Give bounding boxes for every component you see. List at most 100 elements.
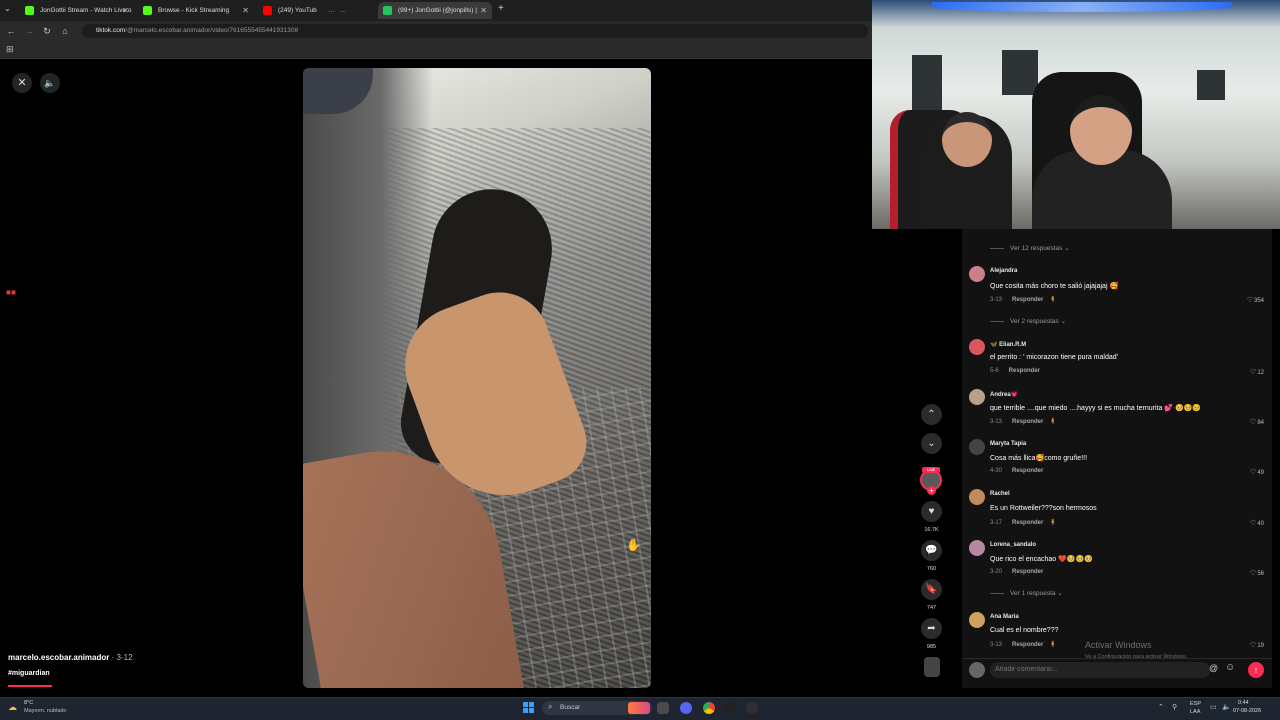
avatar[interactable] [969, 389, 985, 405]
close-tab-icon[interactable]: ✕ [480, 2, 487, 19]
tray-keyboard-layout[interactable]: LAA [1190, 709, 1200, 715]
windows-start-icon[interactable] [523, 702, 535, 714]
comment-username[interactable]: Lorena_sandalo [990, 542, 1036, 548]
tab-jongottii-kick[interactable]: JonGottii Stream - Watch Live o ✕ [20, 2, 134, 19]
comment-text: Es un Rottweiler???son hermosos [990, 505, 1097, 512]
tray-time[interactable]: 0:44 [1238, 700, 1249, 706]
comment-username[interactable]: Rachel [990, 491, 1010, 497]
forward-icon[interactable]: → [22, 24, 36, 38]
reply-button[interactable]: Responder [1012, 468, 1043, 474]
mention-icon[interactable]: @ [1209, 663, 1218, 673]
share-button[interactable]: ➦ [921, 618, 942, 639]
video-progress-bar[interactable] [8, 685, 52, 687]
comment-text: Cual es el nombre??? [990, 627, 1059, 634]
comment-like[interactable]: ♡56 [1250, 569, 1264, 577]
apps-grid-icon[interactable]: ⊞ [6, 44, 14, 55]
comment-username[interactable]: Andrea💗 [990, 391, 1018, 398]
mute-button[interactable]: 🔈 [40, 73, 60, 93]
back-icon[interactable]: ← [4, 24, 18, 38]
comment-like[interactable]: ♡84 [1250, 418, 1264, 426]
view-replies-button[interactable]: Ver 12 respuestas ⌄ [990, 244, 1070, 252]
follow-button[interactable]: + [927, 486, 936, 495]
comment-meta: 3-13 Responder 🧍 [990, 296, 1057, 303]
user-avatar[interactable] [969, 662, 985, 678]
video-player[interactable]: ✋ [303, 68, 651, 688]
close-tab-icon[interactable]: ✕ [122, 2, 129, 19]
comment-input[interactable] [990, 662, 1210, 678]
video-author[interactable]: marcelo.escobar.animador · 3-12 [8, 653, 133, 662]
next-video-button[interactable]: ⌄ [921, 433, 942, 454]
weather-temp[interactable]: 8°C [24, 700, 33, 706]
view-replies-button[interactable]: Ver 1 respuesta ⌄ [990, 589, 1063, 597]
tray-chevron-icon[interactable]: ⌃ [1158, 703, 1164, 711]
hashtag-link[interactable]: #miguardian [8, 670, 50, 677]
comment-like[interactable]: ♡12 [1250, 368, 1264, 376]
avatar[interactable] [969, 266, 985, 282]
creator-liked-icon: 🧍 [1049, 419, 1057, 425]
avatar[interactable] [969, 339, 985, 355]
bookmark-icon: 🔖 [925, 584, 938, 595]
weather-desc[interactable]: Mayorm. nublado [24, 708, 67, 714]
home-icon[interactable]: ⌂ [58, 24, 72, 38]
comment-date: 5-6 [990, 368, 999, 374]
avatar[interactable] [969, 540, 985, 556]
reply-button[interactable]: Responder [1012, 642, 1043, 648]
sound-avatar-icon[interactable] [924, 657, 940, 677]
discord-icon[interactable] [680, 702, 692, 714]
chrome-icon[interactable] [703, 702, 715, 714]
reply-button[interactable]: Responder [1009, 368, 1040, 374]
file-explorer-icon[interactable] [657, 702, 669, 714]
cloud-sun-icon[interactable]: ☁ [8, 702, 20, 712]
webcam-overlay [872, 0, 1280, 229]
post-date: · 3-12 [109, 653, 133, 662]
emoji-icon[interactable]: ☺ [1225, 662, 1235, 673]
audio-app-icon[interactable] [724, 702, 736, 714]
tab-browse-kick[interactable]: Browse - Kick Streaming ✕ [138, 2, 254, 19]
widgets-app-icon[interactable] [628, 702, 650, 714]
comment-username[interactable]: Alejandra [990, 268, 1017, 274]
reply-button[interactable]: Responder [1012, 297, 1043, 303]
author-name[interactable]: marcelo.escobar.animador [8, 653, 109, 662]
comment-meta: 3-13 Responder 🧍 [990, 641, 1057, 648]
avatar[interactable] [969, 489, 985, 505]
close-tab-icon[interactable]: ✕ [242, 2, 249, 19]
send-button[interactable]: ↑ [1248, 662, 1264, 678]
avatar[interactable] [969, 439, 985, 455]
close-icon: ✕ [17, 77, 27, 89]
tiktok-icon [383, 6, 392, 15]
comment-like[interactable]: ♡49 [1250, 468, 1264, 476]
reload-icon[interactable]: ↻ [40, 24, 54, 38]
comment-count: 760 [926, 566, 937, 572]
tab-collapsed-group[interactable]: … … [322, 2, 376, 19]
reply-button[interactable]: Responder [1012, 569, 1043, 575]
tray-volume-icon[interactable]: 🔈 [1222, 703, 1231, 711]
reply-button[interactable]: Responder [1012, 520, 1043, 526]
comment-username[interactable]: Ana Maria [990, 614, 1019, 620]
reply-button[interactable]: Responder [1012, 419, 1043, 425]
save-button[interactable]: 🔖 [921, 579, 942, 600]
url-field[interactable]: tiktok.com/@marcelo.escobar.animador/vid… [82, 24, 868, 38]
comment-date: 4-30 [990, 468, 1003, 474]
tray-language[interactable]: ESP [1190, 701, 1201, 707]
tab-tiktok-active[interactable]: (99+) JonGottii (@jonpills) | ✕ [378, 2, 492, 19]
comment-button[interactable]: 💬 [921, 540, 942, 561]
like-button[interactable]: ♥ [921, 501, 942, 522]
avatar[interactable] [969, 612, 985, 628]
comment-like[interactable]: ♡354 [1247, 296, 1264, 304]
window [1197, 70, 1225, 100]
tray-network-icon[interactable]: ▭ [1210, 703, 1217, 711]
tray-pin-icon[interactable]: ⚲ [1172, 703, 1177, 711]
comment-username[interactable]: 🦋 Elian.R.M [990, 341, 1026, 348]
close-video-button[interactable]: ✕ [12, 73, 32, 93]
tab-youtube[interactable]: (249) YouTub [258, 2, 318, 19]
comment-like-count: 19 [1257, 643, 1264, 649]
previous-video-button[interactable]: ⌃ [921, 404, 942, 425]
tray-date[interactable]: 07-08-2026 [1233, 708, 1261, 714]
obs-icon[interactable] [746, 702, 758, 714]
view-replies-button[interactable]: Ver 2 respuestas ⌄ [990, 317, 1066, 325]
comment-like[interactable]: ♡19 [1250, 641, 1264, 649]
comment-username[interactable]: Maryta Tapia [990, 441, 1026, 447]
new-tab-button[interactable]: + [498, 3, 504, 14]
comment-like[interactable]: ♡40 [1250, 519, 1264, 527]
tab-list-button[interactable]: ⌄ [4, 4, 11, 13]
